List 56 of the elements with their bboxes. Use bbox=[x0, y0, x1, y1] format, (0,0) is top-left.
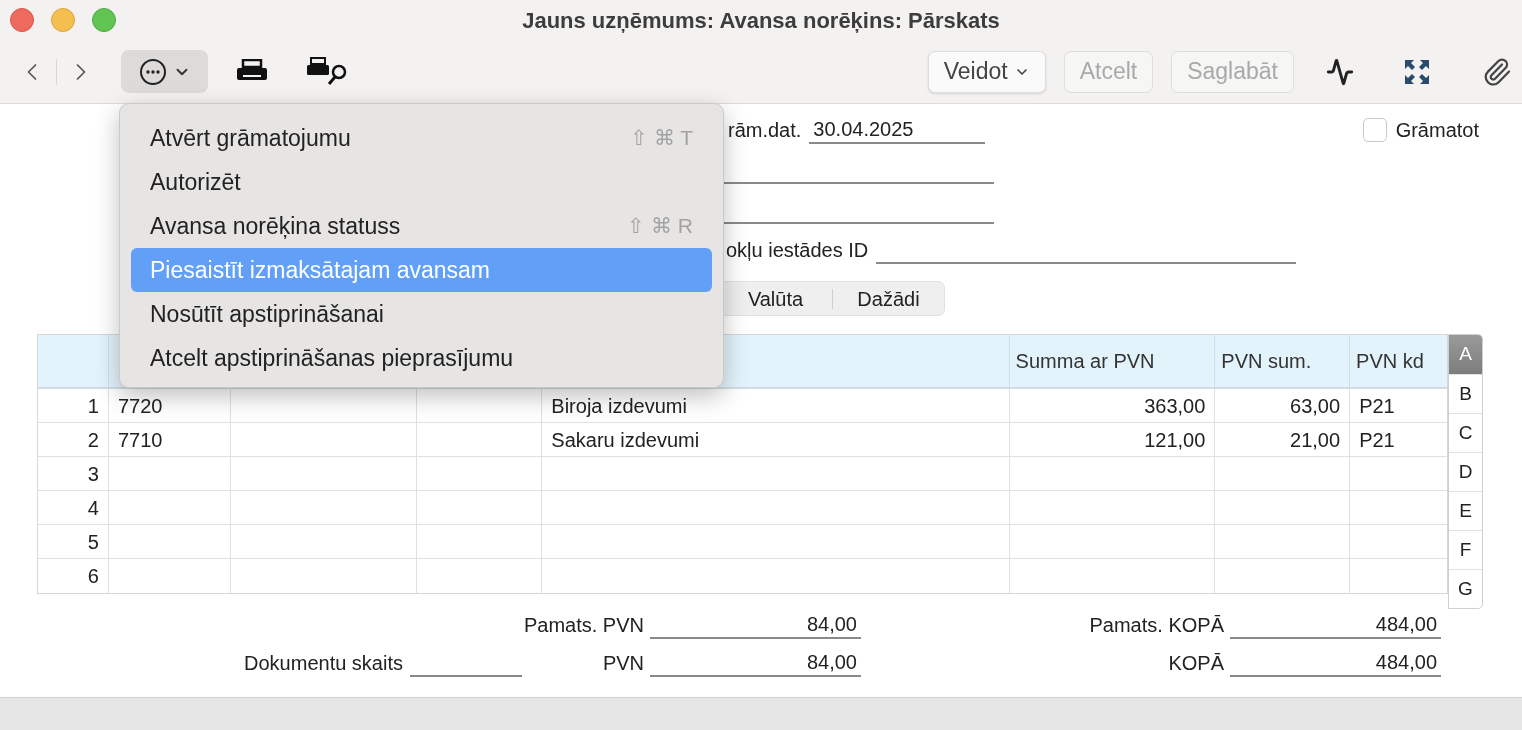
table-cell-text: 363,00 bbox=[1144, 393, 1206, 419]
more-actions-button[interactable] bbox=[121, 50, 208, 93]
input-field[interactable]: 30.04.2025 bbox=[809, 116, 986, 144]
row-number: 1 bbox=[87, 393, 99, 419]
dropdown-button[interactable]: Veidot bbox=[927, 50, 1046, 93]
close-window-button[interactable] bbox=[10, 8, 34, 32]
paperclip-icon[interactable] bbox=[1482, 56, 1512, 87]
total-label: Pamats. PVN bbox=[523, 614, 644, 636]
row-number: 4 bbox=[87, 495, 99, 521]
row-number: 3 bbox=[87, 461, 99, 487]
section-tab[interactable]: B bbox=[1449, 374, 1482, 413]
expand-icon[interactable] bbox=[1404, 58, 1430, 85]
column-header[interactable]: Summa ar PVN bbox=[1015, 346, 1155, 376]
column-header[interactable]: PVN kd bbox=[1356, 346, 1424, 376]
menu-item[interactable]: Nosūtīt apstiprināšanai bbox=[131, 292, 712, 336]
field-label: okļu iestādes ID bbox=[726, 238, 869, 263]
table-cell-text: 63,00 bbox=[1290, 393, 1341, 419]
section-tab[interactable]: C bbox=[1449, 413, 1482, 452]
row-number: 6 bbox=[87, 564, 99, 589]
table-cell-text: 21,00 bbox=[1290, 427, 1341, 453]
table-cell-text: 7720 bbox=[117, 393, 163, 419]
total-label: KOPĀ bbox=[1168, 652, 1224, 674]
input-field[interactable]: 84,00 bbox=[650, 649, 861, 677]
table-cell-text: Biroja izdevumi bbox=[551, 393, 687, 419]
keyboard-shortcut: ⇧ ⌘ R bbox=[627, 213, 693, 240]
section-tab[interactable]: F bbox=[1449, 530, 1482, 569]
field-label: rām.dat. bbox=[728, 118, 802, 143]
window-title: Jauns uzņēmums: Avansa norēķins: Pārskats bbox=[522, 6, 1000, 35]
tab[interactable]: Valūta bbox=[719, 282, 832, 315]
activity-icon[interactable] bbox=[1326, 57, 1354, 86]
table-cell-text: 7710 bbox=[117, 427, 163, 453]
checkbox-label: Grāmatot bbox=[1395, 118, 1479, 143]
menu-item[interactable]: Autorizēt bbox=[131, 160, 712, 204]
more-icon bbox=[138, 57, 167, 86]
field-label: Dokumentu skaits bbox=[244, 652, 403, 674]
row-number: 2 bbox=[87, 427, 99, 453]
column-header[interactable]: PVN sum. bbox=[1221, 346, 1312, 376]
total-label: PVN bbox=[602, 652, 644, 674]
table-cell-text: 121,00 bbox=[1144, 427, 1206, 453]
checkbox[interactable] bbox=[1362, 118, 1387, 142]
input-field[interactable]: 84,00 bbox=[650, 611, 861, 639]
menu-item[interactable]: Avansa norēķina statuss ⇧ ⌘ R bbox=[131, 204, 712, 248]
table-cell-text: Sakaru izdevumi bbox=[551, 427, 700, 453]
section-tab[interactable]: G bbox=[1449, 569, 1482, 608]
total-label: Pamats. KOPĀ bbox=[1089, 614, 1224, 636]
menu-item[interactable]: Atvērt grāmatojumu ⇧ ⌘ T bbox=[131, 116, 712, 160]
table-cell-text: P21 bbox=[1359, 427, 1395, 453]
table-cell-text: P21 bbox=[1359, 393, 1395, 419]
section-tab[interactable]: E bbox=[1449, 491, 1482, 530]
row-number: 5 bbox=[87, 529, 99, 555]
input-field[interactable]: 484,00 bbox=[1230, 649, 1441, 677]
section-tab[interactable]: D bbox=[1449, 452, 1482, 491]
keyboard-shortcut: ⇧ ⌘ T bbox=[629, 125, 693, 152]
tab[interactable]: Dažādi bbox=[833, 282, 944, 315]
menu-item[interactable]: Atcelt apstiprināšanas pieprasījumu bbox=[131, 336, 712, 380]
input-field[interactable]: 484,00 bbox=[1230, 611, 1441, 639]
